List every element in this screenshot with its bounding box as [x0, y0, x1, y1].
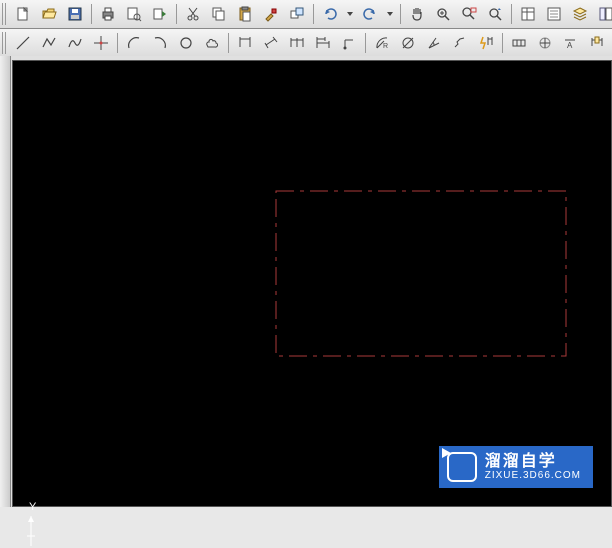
- line-icon[interactable]: [11, 31, 35, 55]
- toolbar-handle[interactable]: [2, 32, 8, 54]
- side-toolbar-handle[interactable]: [0, 56, 11, 507]
- dim-angular-icon[interactable]: [422, 31, 446, 55]
- sheet-set-icon[interactable]: [542, 2, 566, 26]
- spline-icon[interactable]: [63, 31, 87, 55]
- watermark-play-icon: [447, 452, 477, 482]
- tool-palette-icon[interactable]: [594, 2, 612, 26]
- cut-icon[interactable]: [181, 2, 205, 26]
- arc-icon[interactable]: [122, 31, 146, 55]
- arc2-icon[interactable]: [148, 31, 172, 55]
- paste-icon[interactable]: [233, 2, 257, 26]
- circle-icon[interactable]: [174, 31, 198, 55]
- pline-icon[interactable]: [37, 31, 61, 55]
- dim-baseline-icon[interactable]: [311, 31, 335, 55]
- watermark-url: ZIXUE.3D66.COM: [485, 470, 581, 481]
- watermark: 溜溜自学 ZIXUE.3D66.COM: [439, 446, 593, 488]
- zoom-window-icon[interactable]: [457, 2, 481, 26]
- properties-icon[interactable]: [516, 2, 540, 26]
- save-icon[interactable]: [63, 2, 87, 26]
- toolbar-handle[interactable]: [2, 3, 8, 25]
- watermark-title: 溜溜自学: [485, 453, 581, 471]
- redo-icon[interactable]: [358, 2, 382, 26]
- print-preview-icon[interactable]: [122, 2, 146, 26]
- ucs-y-label: Y: [29, 501, 37, 513]
- center-mark-icon[interactable]: [533, 31, 557, 55]
- match-props-icon[interactable]: [259, 2, 283, 26]
- dim-continue-icon[interactable]: [285, 31, 309, 55]
- drawing-content: [13, 61, 612, 511]
- dim-diameter-icon[interactable]: [396, 31, 420, 55]
- quick-dim-icon[interactable]: [474, 31, 498, 55]
- zoom-realtime-icon[interactable]: [431, 2, 455, 26]
- new-icon[interactable]: [11, 2, 35, 26]
- zoom-previous-icon[interactable]: [483, 2, 507, 26]
- dimension-toolbar: R A ISO-25: [0, 29, 612, 58]
- redo-dropdown-icon[interactable]: [384, 2, 396, 26]
- revision-cloud-icon[interactable]: [200, 31, 224, 55]
- block-editor-icon[interactable]: [285, 2, 309, 26]
- svg-text:A: A: [567, 41, 573, 50]
- xline-icon[interactable]: [89, 31, 113, 55]
- copy-icon[interactable]: [207, 2, 231, 26]
- svg-text:R: R: [383, 43, 388, 50]
- undo-icon[interactable]: [318, 2, 342, 26]
- layer-icon[interactable]: [568, 2, 592, 26]
- drawing-canvas[interactable]: Y 溜溜自学 ZIXUE.3D66.COM: [12, 60, 612, 507]
- dim-aligned-icon[interactable]: [259, 31, 283, 55]
- main-area: Y 溜溜自学 ZIXUE.3D66.COM: [0, 56, 612, 507]
- dim-jogged-icon[interactable]: [448, 31, 472, 55]
- dim-text-edit-icon[interactable]: [585, 31, 609, 55]
- dim-edit-icon[interactable]: A: [559, 31, 583, 55]
- undo-dropdown-icon[interactable]: [344, 2, 356, 26]
- dim-linear-icon[interactable]: [233, 31, 257, 55]
- standard-toolbar: [0, 0, 612, 29]
- print-icon[interactable]: [96, 2, 120, 26]
- publish-icon[interactable]: [148, 2, 172, 26]
- open-icon[interactable]: [37, 2, 61, 26]
- dim-radius-icon[interactable]: R: [370, 31, 394, 55]
- tolerance-icon[interactable]: [507, 31, 531, 55]
- dim-ordinate-icon[interactable]: [337, 31, 361, 55]
- pan-icon[interactable]: [405, 2, 429, 26]
